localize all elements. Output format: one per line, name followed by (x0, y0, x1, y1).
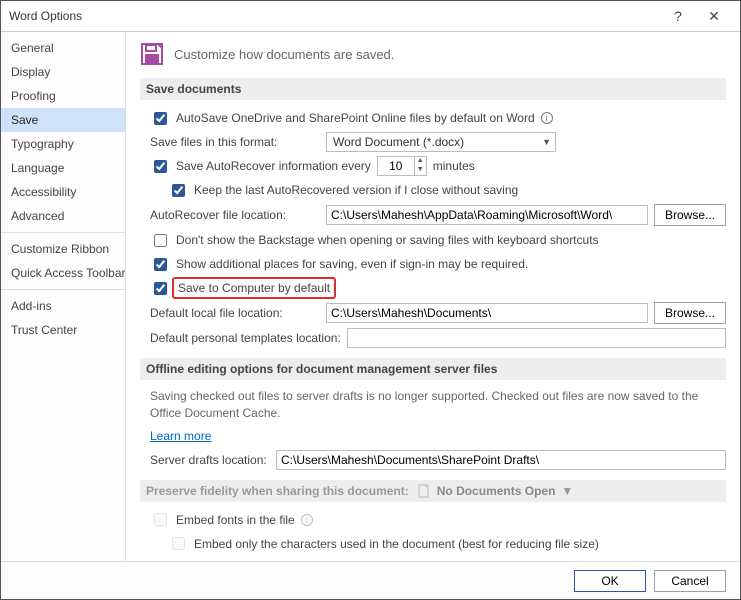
sidebar-item-advanced[interactable]: Advanced (1, 204, 125, 228)
window: Word Options ? ✕ General Display Proofin… (0, 0, 741, 600)
dialog-footer: OK Cancel (1, 561, 740, 599)
sidebar-item-language[interactable]: Language (1, 156, 125, 180)
row-default-file-location: Default local file location: Browse... (150, 302, 726, 324)
main-panel[interactable]: Customize how documents are saved. Save … (126, 32, 740, 561)
row-offline-note: Saving checked out files to server draft… (150, 388, 726, 422)
cancel-button[interactable]: Cancel (654, 570, 726, 592)
sidebar-item-display[interactable]: Display (1, 60, 125, 84)
chevron-down-icon: ▼ (561, 484, 573, 498)
row-personal-templates: Default personal templates location: (150, 328, 726, 348)
label-dont-show-backstage: Don't show the Backstage when opening or… (176, 233, 599, 247)
info-icon: i (301, 514, 313, 526)
ok-button[interactable]: OK (574, 570, 646, 592)
section-save-documents: Save documents (140, 78, 726, 100)
row-autosave-onedrive: AutoSave OneDrive and SharePoint Online … (150, 108, 726, 128)
sidebar-item-save[interactable]: Save (1, 108, 125, 132)
combo-fidelity-document[interactable]: No Documents Open ▼ (417, 484, 574, 498)
input-server-drafts[interactable] (276, 450, 726, 470)
sidebar-item-accessibility[interactable]: Accessibility (1, 180, 125, 204)
row-save-to-computer: Save to Computer by default (150, 278, 726, 298)
input-personal-templates[interactable] (347, 328, 726, 348)
label-autorecover-pre: Save AutoRecover information every (176, 159, 371, 173)
label-default-file-location: Default local file location: (150, 306, 320, 320)
title-bar: Word Options ? ✕ (1, 1, 740, 31)
section-offline-editing: Offline editing options for document man… (140, 358, 726, 380)
browse-autorecover-button[interactable]: Browse... (654, 204, 726, 226)
dialog-body: General Display Proofing Save Typography… (1, 31, 740, 561)
spinner-autorecover-minutes[interactable]: ▲▼ (377, 156, 427, 176)
save-icon (140, 42, 164, 66)
combo-save-format[interactable]: Word Document (*.docx) ▼ (326, 132, 556, 152)
row-autorecover-location: AutoRecover file location: Browse... (150, 204, 726, 226)
label-personal-templates: Default personal templates location: (150, 331, 341, 345)
sidebar-item-quick-access-toolbar[interactable]: Quick Access Toolbar (1, 261, 125, 285)
page-header: Customize how documents are saved. (140, 42, 726, 66)
sidebar-item-proofing[interactable]: Proofing (1, 84, 125, 108)
window-title: Word Options (9, 9, 660, 23)
input-autorecover-minutes[interactable] (378, 157, 414, 175)
sidebar-item-trust-center[interactable]: Trust Center (1, 318, 125, 342)
label-autosave-onedrive: AutoSave OneDrive and SharePoint Online … (176, 111, 535, 125)
row-show-additional: Show additional places for saving, even … (150, 254, 726, 274)
checkbox-dont-show-backstage[interactable] (154, 234, 167, 247)
sidebar-separator (1, 232, 125, 233)
row-common-fonts: Do not embed common system fonts (168, 558, 726, 561)
row-embed-fonts: Embed fonts in the file i (150, 510, 726, 530)
learn-more-link[interactable]: Learn more (150, 429, 211, 443)
sidebar-item-add-ins[interactable]: Add-ins (1, 294, 125, 318)
document-icon (417, 484, 431, 498)
chevron-down-icon: ▼ (542, 137, 551, 147)
row-embed-used: Embed only the characters used in the do… (168, 534, 726, 554)
page-summary: Customize how documents are saved. (174, 47, 394, 62)
input-autorecover-location[interactable] (326, 205, 648, 225)
checkbox-embed-fonts (154, 513, 167, 526)
label-save-to-computer: Save to Computer by default (178, 281, 330, 295)
sidebar-item-customize-ribbon[interactable]: Customize Ribbon (1, 237, 125, 261)
row-autorecover: Save AutoRecover information every ▲▼ mi… (150, 156, 726, 176)
label-embed-used: Embed only the characters used in the do… (194, 537, 599, 551)
help-button[interactable]: ? (660, 4, 696, 28)
row-learn-more: Learn more (150, 426, 726, 446)
sidebar-item-general[interactable]: General (1, 36, 125, 60)
spinner-down[interactable]: ▼ (415, 166, 426, 175)
row-keep-last: Keep the last AutoRecovered version if I… (168, 180, 726, 200)
offline-note: Saving checked out files to server draft… (150, 388, 726, 422)
row-server-drafts: Server drafts location: (150, 450, 726, 470)
label-keep-last: Keep the last AutoRecovered version if I… (194, 183, 518, 197)
checkbox-autosave-onedrive[interactable] (154, 112, 167, 125)
input-default-file-location[interactable] (326, 303, 648, 323)
checkbox-autorecover[interactable] (154, 160, 167, 173)
label-show-additional: Show additional places for saving, even … (176, 257, 528, 271)
checkbox-show-additional[interactable] (154, 258, 167, 271)
checkbox-keep-last[interactable] (172, 184, 185, 197)
sidebar-separator (1, 289, 125, 290)
label-server-drafts: Server drafts location: (150, 453, 270, 467)
section-preserve-fidelity: Preserve fidelity when sharing this docu… (140, 480, 726, 502)
info-icon[interactable]: i (541, 112, 553, 124)
checkbox-embed-used (172, 537, 185, 550)
row-save-format: Save files in this format: Word Document… (150, 132, 726, 152)
sidebar-item-typography[interactable]: Typography (1, 132, 125, 156)
label-save-format: Save files in this format: (150, 135, 320, 149)
label-autorecover-location: AutoRecover file location: (150, 208, 320, 222)
label-embed-fonts: Embed fonts in the file (176, 513, 295, 527)
label-autorecover-post: minutes (433, 159, 475, 173)
spinner-up[interactable]: ▲ (415, 157, 426, 166)
browse-default-location-button[interactable]: Browse... (654, 302, 726, 324)
row-dont-show-backstage: Don't show the Backstage when opening or… (150, 230, 726, 250)
checkbox-save-to-computer[interactable] (154, 282, 167, 295)
close-button[interactable]: ✕ (696, 4, 732, 28)
sidebar: General Display Proofing Save Typography… (1, 32, 126, 561)
